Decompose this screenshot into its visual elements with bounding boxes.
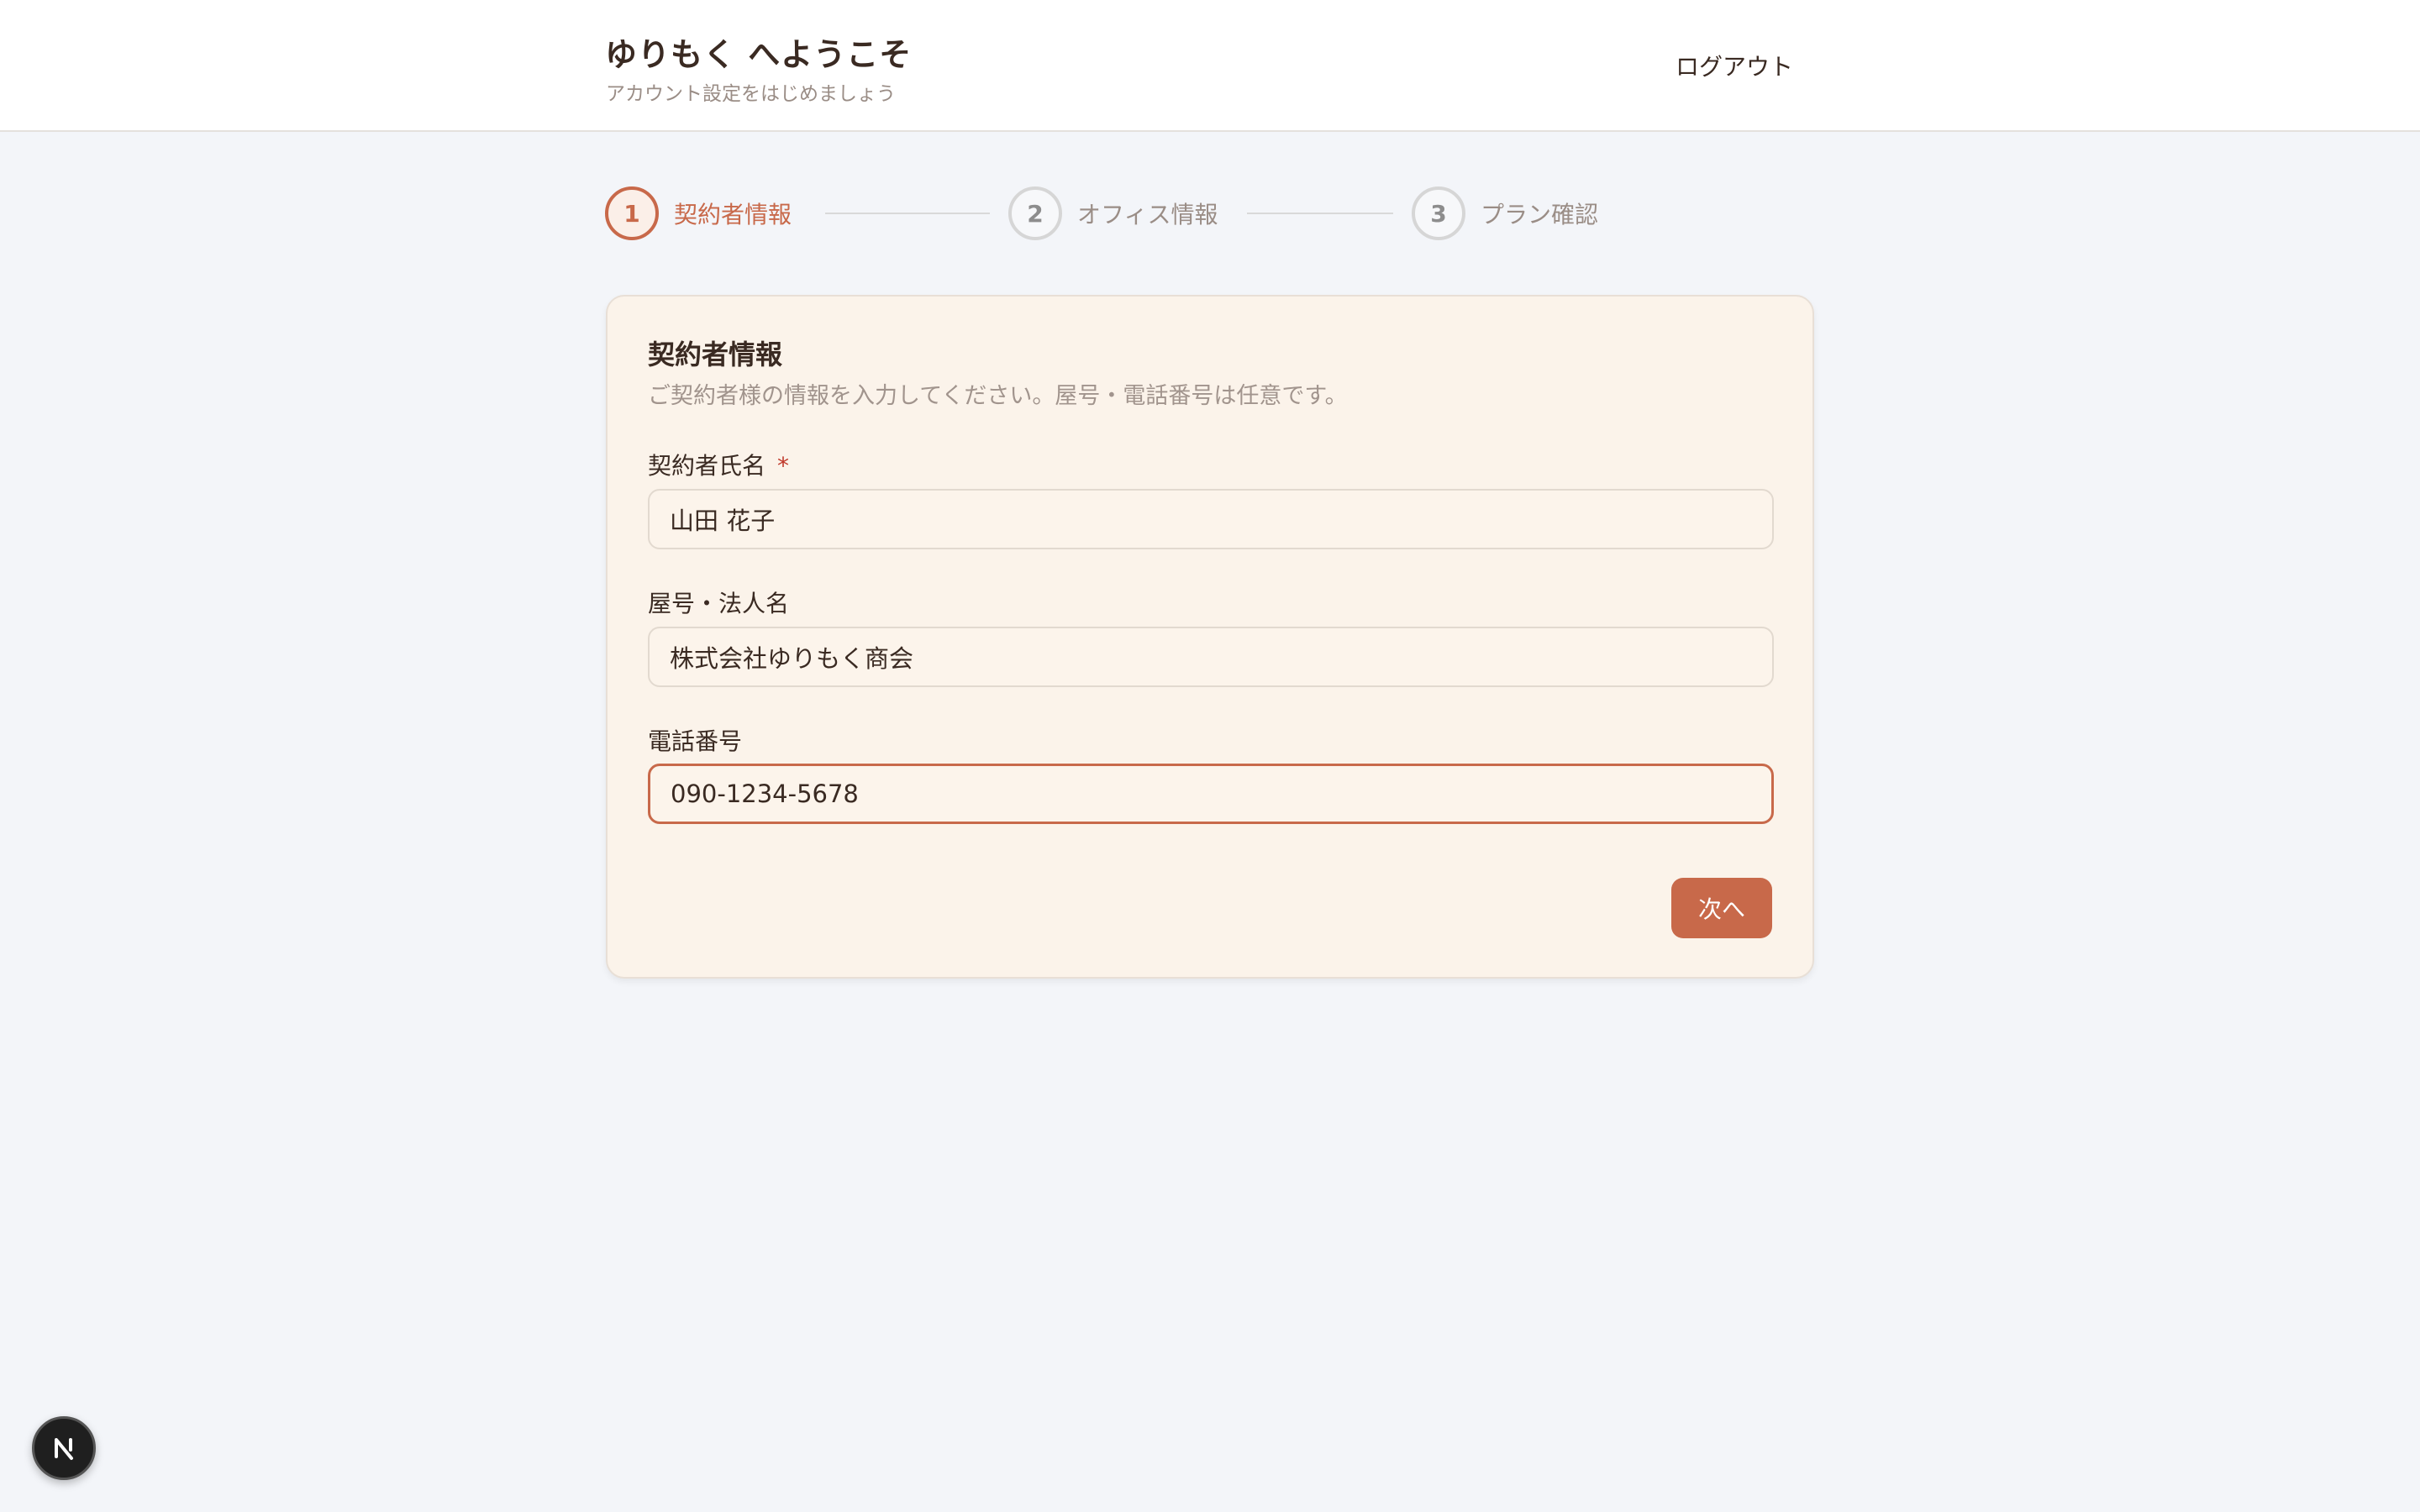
nextjs-dev-badge[interactable] [32,1416,96,1480]
next-button[interactable]: 次へ [1671,878,1772,938]
business-name-label: 屋号・法人名 [648,590,790,617]
contractor-name-label: 契約者氏名 * [648,448,789,481]
contractor-name-input[interactable] [648,489,1774,549]
step-office-info: 2 オフィス情報 [1008,186,1218,240]
required-mark: * [777,452,790,480]
phone-number-label: 電話番号 [648,727,743,755]
logout-button[interactable]: ログアウト [1676,49,1793,82]
nextjs-n-icon [55,1438,73,1460]
step-number: 2 [1008,186,1062,240]
step-label: 契約者情報 [674,201,792,228]
card-title: 契約者情報 [648,339,783,370]
step-label: プラン確認 [1481,201,1599,228]
step-connector [1247,213,1393,214]
top-header: ゆりもく へようこそ アカウント設定をはじめましょう ログアウト [0,0,2420,132]
step-plan-confirm: 3 プラン確認 [1412,186,1598,240]
card-description: ご契約者様の情報を入力してください。屋号・電話番号は任意です。 [648,383,1348,409]
step-contractor-info: 1 契約者情報 [605,186,792,240]
contractor-info-card: 契約者情報 ご契約者様の情報を入力してください。屋号・電話番号は任意です。 契約… [606,295,1814,979]
step-number: 1 [605,186,659,240]
step-connector [825,213,990,214]
welcome-subtitle: アカウント設定をはじめましょう [606,83,896,105]
step-number: 3 [1412,186,1465,240]
onboarding-stepper: 1 契約者情報 2 オフィス情報 3 プラン確認 [605,186,1697,240]
welcome-title: ゆりもく へようこそ [605,36,913,73]
phone-number-input[interactable] [648,764,1774,824]
contractor-name-label-text: 契約者氏名 [648,452,766,480]
business-name-input[interactable] [648,627,1774,687]
step-label: オフィス情報 [1077,201,1218,228]
